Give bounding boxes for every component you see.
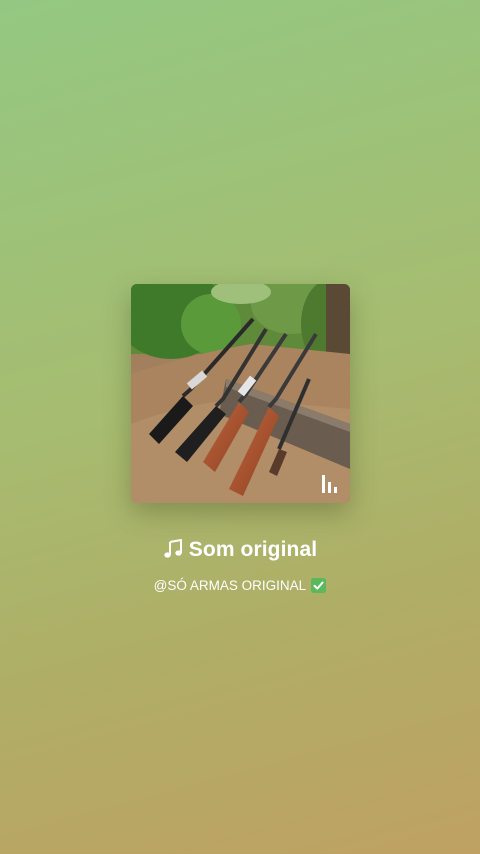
kwai-logo-icon	[322, 475, 337, 493]
audio-title: Som original	[0, 538, 480, 562]
music-note-icon	[164, 539, 182, 558]
audio-title-text: Som original	[188, 538, 318, 561]
audio-author-text: @SÓ ARMAS ORIGINAL	[153, 578, 306, 593]
audio-author[interactable]: @SÓ ARMAS ORIGINAL	[0, 578, 480, 593]
album-cover[interactable]	[131, 284, 350, 503]
audio-page: Som original @SÓ ARMAS ORIGINAL	[0, 0, 480, 854]
cover-photo	[131, 284, 350, 503]
check-mark-button-icon	[311, 578, 327, 593]
